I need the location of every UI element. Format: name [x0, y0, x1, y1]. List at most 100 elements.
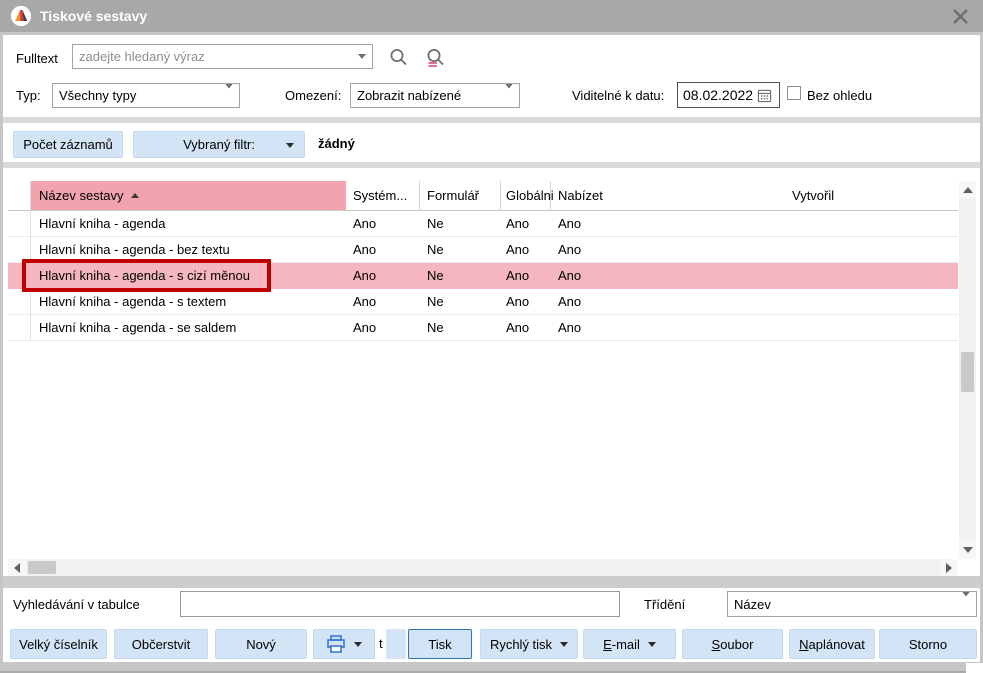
chevron-down-icon — [225, 83, 233, 103]
printer-icon — [326, 635, 346, 653]
column-header-nazev[interactable]: Název sestavy — [30, 181, 346, 210]
cell-globalni: Ano — [506, 289, 529, 314]
dialog-window: Tiskové sestavy Fulltext — [0, 0, 983, 673]
chevron-down-icon — [962, 592, 970, 612]
fulltext-label: Fulltext — [16, 50, 58, 68]
vybrany-filtr-label: Vybraný filtr: — [183, 137, 255, 152]
pocet-zaznamu-label: Počet záznamů — [23, 137, 113, 152]
viditelne-label: Viditelné k datu: — [572, 87, 664, 105]
print-dropdown-button[interactable] — [313, 629, 375, 659]
omezeni-value: Zobrazit nabízené — [357, 88, 461, 103]
storno-button[interactable]: Storno — [879, 629, 977, 659]
table-header: Název sestavy Systém... Formulář Globáln… — [8, 181, 958, 211]
close-icon[interactable] — [947, 3, 973, 29]
typ-dropdown[interactable]: Všechny typy — [52, 83, 240, 108]
vertical-scroll-thumb[interactable] — [961, 352, 974, 392]
dialog-content: Fulltext Typ: Všechny typy Omezení: — [3, 35, 980, 662]
cell-globalni: Ano — [506, 263, 529, 288]
sort-asc-icon — [131, 193, 139, 198]
cell-system: Ano — [353, 263, 376, 288]
scroll-up-button[interactable] — [959, 181, 976, 199]
date-value: 08.02.2022 — [683, 87, 753, 103]
fulltext-combobox[interactable] — [72, 44, 373, 69]
cell-nabizet: Ano — [558, 315, 581, 340]
email-button[interactable]: E-mail — [583, 629, 676, 659]
chevron-down-icon[interactable] — [358, 54, 366, 59]
scroll-left-button[interactable] — [8, 559, 26, 576]
cell-formular: Ne — [427, 263, 444, 288]
omezeni-dropdown[interactable]: Zobrazit nabízené — [350, 83, 520, 108]
chevron-down-icon — [286, 143, 294, 148]
trideni-dropdown[interactable]: Název — [727, 591, 977, 617]
trideni-label: Třídění — [644, 596, 685, 614]
cell-system: Ano — [353, 315, 376, 340]
vertical-scrollbar[interactable] — [959, 181, 976, 559]
truncated-label-t: t — [379, 635, 383, 653]
arrow-right-icon — [946, 563, 952, 573]
table-row[interactable]: Hlavní kniha - agenda - se saldem Ano Ne… — [8, 315, 958, 341]
cell-formular: Ne — [427, 289, 444, 314]
titlebar: Tiskové sestavy — [0, 0, 983, 32]
table-search-input[interactable] — [180, 591, 620, 617]
cell-nabizet: Ano — [558, 211, 581, 236]
cell-system: Ano — [353, 289, 376, 314]
omezeni-label: Omezení: — [285, 87, 341, 105]
table-row[interactable]: Hlavní kniha - agenda Ano Ne Ano Ano — [8, 211, 958, 237]
vybrany-filtr-dropdown[interactable]: Vybraný filtr: — [133, 131, 305, 158]
typ-value: Všechny typy — [59, 88, 136, 103]
window-title: Tiskové sestavy — [40, 8, 147, 24]
soubor-button[interactable]: Soubor — [682, 629, 783, 659]
screen-corner — [966, 663, 983, 673]
cell-system: Ano — [353, 237, 376, 262]
calendar-icon[interactable] — [757, 88, 772, 103]
tisk-button[interactable]: Tisk — [408, 629, 472, 659]
naplanovat-button[interactable]: Naplánovat — [789, 629, 875, 659]
obcerstvit-button[interactable]: Občerstvit — [114, 629, 208, 659]
arrow-up-icon — [963, 187, 973, 193]
button-fragment — [386, 629, 406, 659]
fulltext-input[interactable] — [72, 44, 373, 69]
chevron-down-icon — [560, 642, 568, 647]
date-input[interactable]: 08.02.2022 — [677, 82, 780, 108]
search-icon[interactable] — [387, 46, 411, 73]
cell-nabizet: Ano — [558, 237, 581, 262]
cell-globalni: Ano — [506, 237, 529, 262]
scroll-down-button[interactable] — [959, 541, 976, 559]
horizontal-scrollbar[interactable] — [8, 559, 958, 576]
cell-system: Ano — [353, 211, 376, 236]
annotation-highlight-rect — [22, 259, 271, 292]
column-header-vytvoril[interactable]: Vytvořil — [785, 181, 958, 210]
cell-nabizet: Ano — [558, 263, 581, 288]
app-logo-icon — [10, 5, 32, 27]
table-search-label: Vyhledávání v tabulce — [13, 596, 140, 614]
chevron-down-icon — [505, 83, 513, 103]
cell-formular: Ne — [427, 237, 444, 262]
cell-globalni: Ano — [506, 315, 529, 340]
separator — [3, 117, 980, 123]
cell-formular: Ne — [427, 315, 444, 340]
bez-ohledu-label: Bez ohledu — [807, 87, 872, 105]
column-header-system[interactable]: Systém... — [346, 181, 420, 210]
column-header-globalni[interactable]: Globálni — [501, 181, 551, 210]
cell-nazev: Hlavní kniha - agenda - s textem — [39, 289, 226, 314]
novy-button[interactable]: Nový — [215, 629, 307, 659]
column-header-formular[interactable]: Formulář — [420, 181, 501, 210]
scroll-right-button[interactable] — [940, 559, 958, 576]
bez-ohledu-checkbox[interactable] — [787, 86, 801, 100]
arrow-down-icon — [963, 547, 973, 553]
separator-band — [3, 576, 980, 588]
trideni-value: Název — [734, 597, 771, 612]
fulltext-search-icon[interactable] — [424, 46, 448, 73]
velky-ciselnik-button[interactable]: Velký číselník — [10, 629, 107, 659]
horizontal-scroll-thumb[interactable] — [28, 561, 56, 574]
pocet-zaznamu-button[interactable]: Počet záznamů — [13, 131, 123, 158]
filtr-value: žádný — [318, 135, 355, 153]
typ-label: Typ: — [16, 87, 41, 105]
column-header-nabizet[interactable]: Nabízet — [551, 181, 785, 210]
cell-nabizet: Ano — [558, 289, 581, 314]
chevron-down-icon — [648, 642, 656, 647]
table-row[interactable]: Hlavní kniha - agenda - s textem Ano Ne … — [8, 289, 958, 315]
cell-nazev: Hlavní kniha - agenda - se saldem — [39, 315, 236, 340]
window-frame: Fulltext Typ: Všechny typy Omezení: — [0, 32, 983, 673]
rychly-tisk-button[interactable]: Rychlý tisk — [480, 629, 578, 659]
